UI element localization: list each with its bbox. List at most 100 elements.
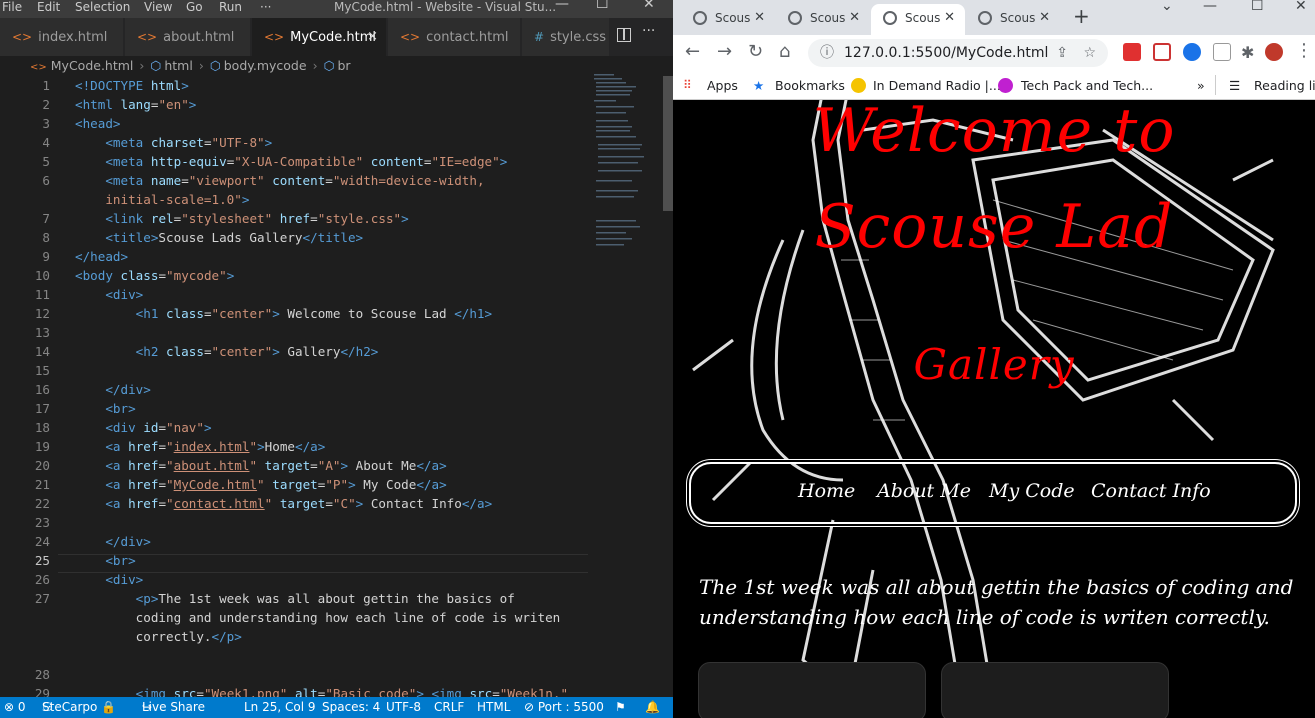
close-tab-icon[interactable]: ✕ xyxy=(754,4,765,32)
puzzle-icon[interactable]: ✱ xyxy=(1241,43,1254,62)
back-icon[interactable]: ← xyxy=(685,41,700,62)
line-number: 20 xyxy=(34,458,50,473)
code-line: <link rel="stylesheet" href="style.css"> xyxy=(105,211,409,226)
forward-icon[interactable]: → xyxy=(717,41,732,62)
reload-icon[interactable]: ↻ xyxy=(748,41,763,62)
minimize-icon[interactable]: — xyxy=(1203,0,1217,14)
close-tab-icon[interactable]: ✕ xyxy=(1039,4,1050,32)
breadcrumb-item[interactable]: body.mycode xyxy=(224,58,307,73)
close-icon[interactable]: ✕ xyxy=(1295,0,1307,14)
status-indentation[interactable]: Spaces: 4 xyxy=(322,697,380,718)
bookmark-tech-pack[interactable]: Tech Pack and Tech... xyxy=(1021,71,1153,100)
tab-index-html[interactable]: <> index.html xyxy=(0,18,124,56)
browser-tab[interactable]: Scous ✕ xyxy=(966,4,1060,35)
menu-go[interactable]: Go xyxy=(186,0,203,14)
code-icon: <> xyxy=(400,30,421,44)
maximize-icon[interactable]: ☐ xyxy=(596,0,609,11)
page-heading-line2: Scouse Lad xyxy=(814,192,1174,262)
address-bar[interactable]: ⓘ 127.0.0.1:5500/MyCode.html ⇪ ☆ xyxy=(808,39,1108,67)
url-text: 127.0.0.1:5500/MyCode.html xyxy=(844,45,1049,61)
bookmark-bookmarks[interactable]: Bookmarks xyxy=(775,71,845,100)
breadcrumb: <> MyCode.html › ⬡ html › ⬡ body.mycode › ⬡ br xyxy=(30,58,351,73)
code-line: <meta http-equiv="X-UA-Compatible" conte… xyxy=(105,154,508,169)
browser-tab-active[interactable]: Scous ✕ xyxy=(871,4,965,35)
code-icon: <> xyxy=(264,30,285,44)
close-tab-icon[interactable]: ✕ xyxy=(849,4,860,32)
line-number: 17 xyxy=(34,401,50,416)
maximize-icon[interactable]: ☐ xyxy=(1251,0,1264,14)
menu-file[interactable]: File xyxy=(2,0,22,14)
line-number: 3 xyxy=(42,116,50,131)
nav-link-home[interactable]: Home xyxy=(798,480,855,502)
nav-link-contact[interactable]: Contact Info xyxy=(1091,480,1211,502)
current-line-highlight xyxy=(58,554,588,573)
feedback-icon[interactable]: ⚑ xyxy=(615,697,626,718)
web-page: Welcome to Scouse Lad Gallery Home About… xyxy=(673,100,1315,718)
status-problems[interactable]: ⊗ 0 xyxy=(4,697,26,718)
avatar[interactable] xyxy=(1265,43,1283,61)
notification-bell-icon[interactable]: 🔔 xyxy=(645,697,660,718)
bookmark-in-demand-radio[interactable]: In Demand Radio |... xyxy=(873,71,1001,100)
line-number: 27 xyxy=(34,591,50,606)
status-language[interactable]: HTML xyxy=(477,697,510,718)
status-cursor-position[interactable]: Ln 25, Col 9 xyxy=(244,697,316,718)
browser-tab[interactable]: Scous ✕ xyxy=(681,4,775,35)
menu-edit[interactable]: Edit xyxy=(37,0,60,14)
share-icon[interactable]: ⇪ xyxy=(1056,39,1068,67)
pocket-extension-icon[interactable] xyxy=(1153,43,1171,61)
menu-more[interactable]: ··· xyxy=(260,0,271,14)
menu-run[interactable]: Run xyxy=(219,0,242,14)
tab-style-css[interactable]: # style.css xyxy=(522,18,610,56)
split-editor-icon[interactable] xyxy=(617,28,631,42)
code-editor[interactable]: 1 <!DOCTYPE html> 2 <html lang="en"> 3 <head>… xyxy=(0,77,590,697)
line-number: 26 xyxy=(34,572,50,587)
code-line: coding and understanding how each line o… xyxy=(75,610,561,625)
status-encoding[interactable]: UTF-8 xyxy=(386,697,421,718)
close-tab-icon[interactable]: × xyxy=(367,18,378,56)
nav-link-about[interactable]: About Me xyxy=(877,480,971,502)
bookmark-apps[interactable]: Apps xyxy=(707,71,738,100)
chevron-down-icon[interactable]: ⌄ xyxy=(1161,0,1173,14)
tab-contact-html[interactable]: <> contact.html xyxy=(388,18,521,56)
reading-list[interactable]: Reading list xyxy=(1254,71,1315,100)
bookmarks-overflow[interactable]: » xyxy=(1197,71,1205,100)
code-line: correctly.</p> xyxy=(75,629,242,644)
line-number: 5 xyxy=(42,154,50,169)
nav-link-mycode[interactable]: My Code xyxy=(989,480,1075,502)
tab-about-html[interactable]: <> about.html xyxy=(125,18,251,56)
cd-extension-icon[interactable] xyxy=(1183,43,1201,61)
code-line: <meta name="viewport" content="width=dev… xyxy=(105,173,485,188)
more-actions-icon[interactable]: ··· xyxy=(642,23,655,39)
bookmark-star-icon[interactable]: ☆ xyxy=(1083,39,1096,67)
line-number: 25 xyxy=(34,553,50,568)
new-tab-button[interactable]: + xyxy=(1073,4,1090,28)
home-icon[interactable]: ⌂ xyxy=(779,41,790,62)
minimap[interactable] xyxy=(590,70,660,270)
code-line: <br> xyxy=(105,553,136,568)
techpack-icon xyxy=(998,78,1013,93)
code-line: <a href="contact.html" target="C"> Conta… xyxy=(105,496,493,511)
pdf-extension-icon[interactable] xyxy=(1123,43,1141,61)
breadcrumb-item[interactable]: html xyxy=(164,58,192,73)
line-number: 12 xyxy=(34,306,50,321)
kebab-menu-icon[interactable]: ⋮ xyxy=(1295,40,1313,61)
close-tab-icon[interactable]: ✕ xyxy=(944,4,955,32)
editor-scrollbar[interactable] xyxy=(663,76,673,211)
menu-view[interactable]: View xyxy=(144,0,172,14)
breadcrumb-item[interactable]: MyCode.html xyxy=(51,58,134,73)
close-icon[interactable]: ✕ xyxy=(643,0,655,11)
breadcrumb-item[interactable]: br xyxy=(337,58,350,73)
status-port[interactable]: ⊘ Port : 5500 xyxy=(524,697,604,718)
browser-tab[interactable]: Scous ✕ xyxy=(776,4,870,35)
tab-label: index.html xyxy=(38,30,108,45)
line-number: 16 xyxy=(34,382,50,397)
tab-mycode-html[interactable]: <> MyCode.html × xyxy=(252,18,387,56)
line-number: 28 xyxy=(34,667,50,682)
menu-selection[interactable]: Selection xyxy=(75,0,130,14)
tab-label: about.html xyxy=(163,30,235,45)
clipboard-extension-icon[interactable] xyxy=(1213,43,1231,61)
editor-tabs: <> index.html <> about.html <> MyCode.html ×… xyxy=(0,18,673,56)
minimize-icon[interactable]: — xyxy=(555,0,569,11)
status-eol[interactable]: CRLF xyxy=(434,697,464,718)
code-line: <p>The 1st week was all about gettin the… xyxy=(135,591,515,606)
